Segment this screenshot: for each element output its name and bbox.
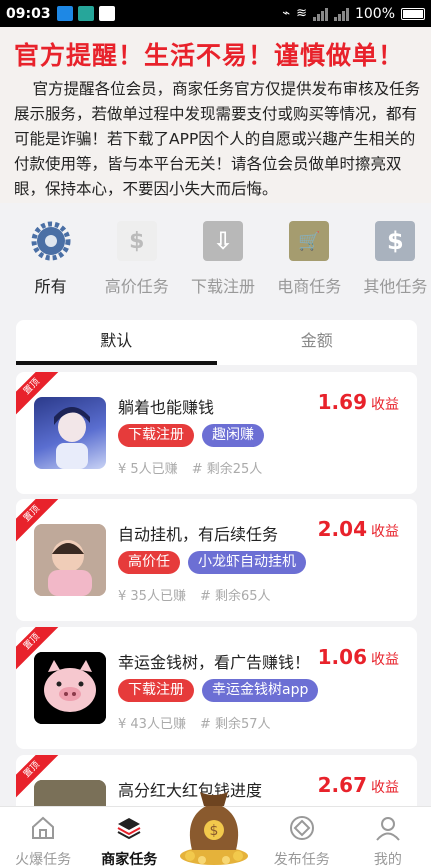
task-tag: 下载注册 <box>118 424 194 447</box>
wifi-icon: ≋ <box>296 6 307 21</box>
sort-tabs: 默认 金额 <box>16 320 417 365</box>
task-title: 躺着也能赚钱 <box>118 398 215 417</box>
task-tag: 幸运金钱树app <box>202 679 319 702</box>
remaining-count: # 剩余25人 <box>191 462 263 477</box>
task-thumbnail <box>34 652 106 724</box>
nav-label: 火爆任务 <box>15 852 72 867</box>
category-ecommerce[interactable]: 🛒 电商任务 <box>274 213 345 308</box>
reward-amount: 2.67 <box>317 773 367 797</box>
task-thumbnail <box>34 524 106 596</box>
category-all[interactable]: 所有 <box>15 213 86 308</box>
reward-unit: 收益 <box>371 524 399 540</box>
mute-icon: ⌁ <box>282 6 291 21</box>
user-icon <box>376 817 400 841</box>
nav-label: 我的 <box>373 852 402 867</box>
status-bar: 09:03 ⌁ ≋ 100% <box>0 0 431 27</box>
task-reward: 2.04 收益 <box>318 517 399 541</box>
signal-icon <box>312 7 328 21</box>
notice-title: 官方提醒！生活不易！谨慎做单！ <box>14 41 405 70</box>
category-label: 高价任务 <box>104 277 169 296</box>
task-card[interactable]: 置顶 幸运金钱树，看广告赚钱！ 1.06 收益 下载注册 幸运金钱树app ¥ 4… <box>16 627 417 749</box>
category-download[interactable]: ⇩ 下载注册 <box>187 213 258 308</box>
category-label: 其他任务 <box>363 277 428 296</box>
remaining-count: # 剩余65人 <box>199 589 271 604</box>
calendar-icon <box>98 6 115 21</box>
layers-icon <box>117 818 141 840</box>
category-row: 所有 $ 高价任务 ⇩ 下载注册 🛒 电商任务 $ 其他任务 <box>0 213 431 308</box>
category-label: 所有 <box>34 277 67 296</box>
task-tags: 高价任 小龙虾自动挂机 <box>118 551 306 574</box>
task-reward: 2.67 收益 <box>318 773 399 797</box>
nav-publish[interactable]: 发布任务 <box>259 807 345 867</box>
battery-level: 100% <box>354 5 395 22</box>
cart-icon: 🛒 <box>289 221 330 261</box>
notice-body: 官方提醒各位会员，商家任务官方仅提供发布审核及任务展示服务，若做单过程中发现需要… <box>14 80 421 198</box>
reward-amount: 1.69 <box>317 390 367 414</box>
signal-icon <box>333 7 349 21</box>
gear-icon <box>31 221 71 261</box>
task-title: 幸运金钱树，看广告赚钱！ <box>118 653 311 672</box>
battery-icon <box>401 7 425 20</box>
task-tags: 下载注册 趣闲赚 <box>118 424 264 447</box>
earned-count: ¥ 35人已赚 <box>118 589 186 604</box>
reward-unit: 收益 <box>371 397 399 413</box>
reward-unit: 收益 <box>371 780 399 796</box>
tab-default[interactable]: 默认 <box>16 320 217 365</box>
download-icon: ⇩ <box>203 221 243 261</box>
nav-mine[interactable]: 我的 <box>345 807 431 867</box>
task-tags: 下载注册 幸运金钱树app <box>118 679 319 702</box>
task-meta: ¥ 35人已赚 # 剩余65人 <box>118 585 271 604</box>
task-meta: ¥ 5人已赚 # 剩余25人 <box>118 458 262 477</box>
nav-hot-tasks[interactable]: 火爆任务 <box>0 807 86 867</box>
dollar-icon: $ <box>375 221 416 261</box>
nav-merchant-tasks[interactable]: 商家任务 <box>86 807 172 867</box>
task-reward: 1.06 收益 <box>318 645 399 669</box>
category-label: 下载注册 <box>191 277 256 296</box>
task-tag: 小龙虾自动挂机 <box>188 551 306 574</box>
home-icon <box>32 816 55 839</box>
reward-amount: 1.06 <box>317 645 367 669</box>
reward-amount: 2.04 <box>317 517 367 541</box>
reward-unit: 收益 <box>371 652 399 668</box>
notification-icon <box>56 6 73 21</box>
tab-amount[interactable]: 金额 <box>217 320 418 365</box>
category-other[interactable]: $ 其他任务 <box>360 213 431 308</box>
task-tag: 高价任 <box>118 551 180 574</box>
earned-count: ¥ 5人已赚 <box>118 462 178 477</box>
task-tag: 趣闲赚 <box>202 424 264 447</box>
category-label: 电商任务 <box>277 277 342 296</box>
money-hand-icon: $ <box>116 221 157 261</box>
nav-label: 发布任务 <box>273 852 330 867</box>
publish-icon <box>289 816 314 840</box>
notice-banner: 官方提醒！生活不易！谨慎做单！ 官方提醒各位会员，商家任务官方仅提供发布审核及任… <box>0 27 431 203</box>
money-bag-icon[interactable]: $ <box>178 770 250 867</box>
task-title: 自动挂机，有后续任务 <box>118 525 279 544</box>
nav-label: 商家任务 <box>101 852 158 867</box>
status-time: 09:03 <box>6 5 51 22</box>
task-card[interactable]: 置顶 自动挂机，有后续任务 2.04 收益 高价任 小龙虾自动挂机 ¥ 35人已赚… <box>16 499 417 621</box>
remaining-count: # 剩余57人 <box>199 717 271 732</box>
task-card[interactable]: 置顶 躺着也能赚钱 1.69 收益 下载注册 趣闲赚 ¥ 5人已赚 # 剩余25人 <box>16 372 417 494</box>
task-tag: 下载注册 <box>118 679 194 702</box>
svg-text:$: $ <box>210 823 219 839</box>
category-high-price[interactable]: $ 高价任务 <box>101 213 172 308</box>
task-reward: 1.69 收益 <box>318 390 399 414</box>
earned-count: ¥ 43人已赚 <box>118 717 186 732</box>
task-thumbnail <box>34 397 106 469</box>
notification-icon <box>77 6 94 21</box>
task-meta: ¥ 43人已赚 # 剩余57人 <box>118 713 271 732</box>
